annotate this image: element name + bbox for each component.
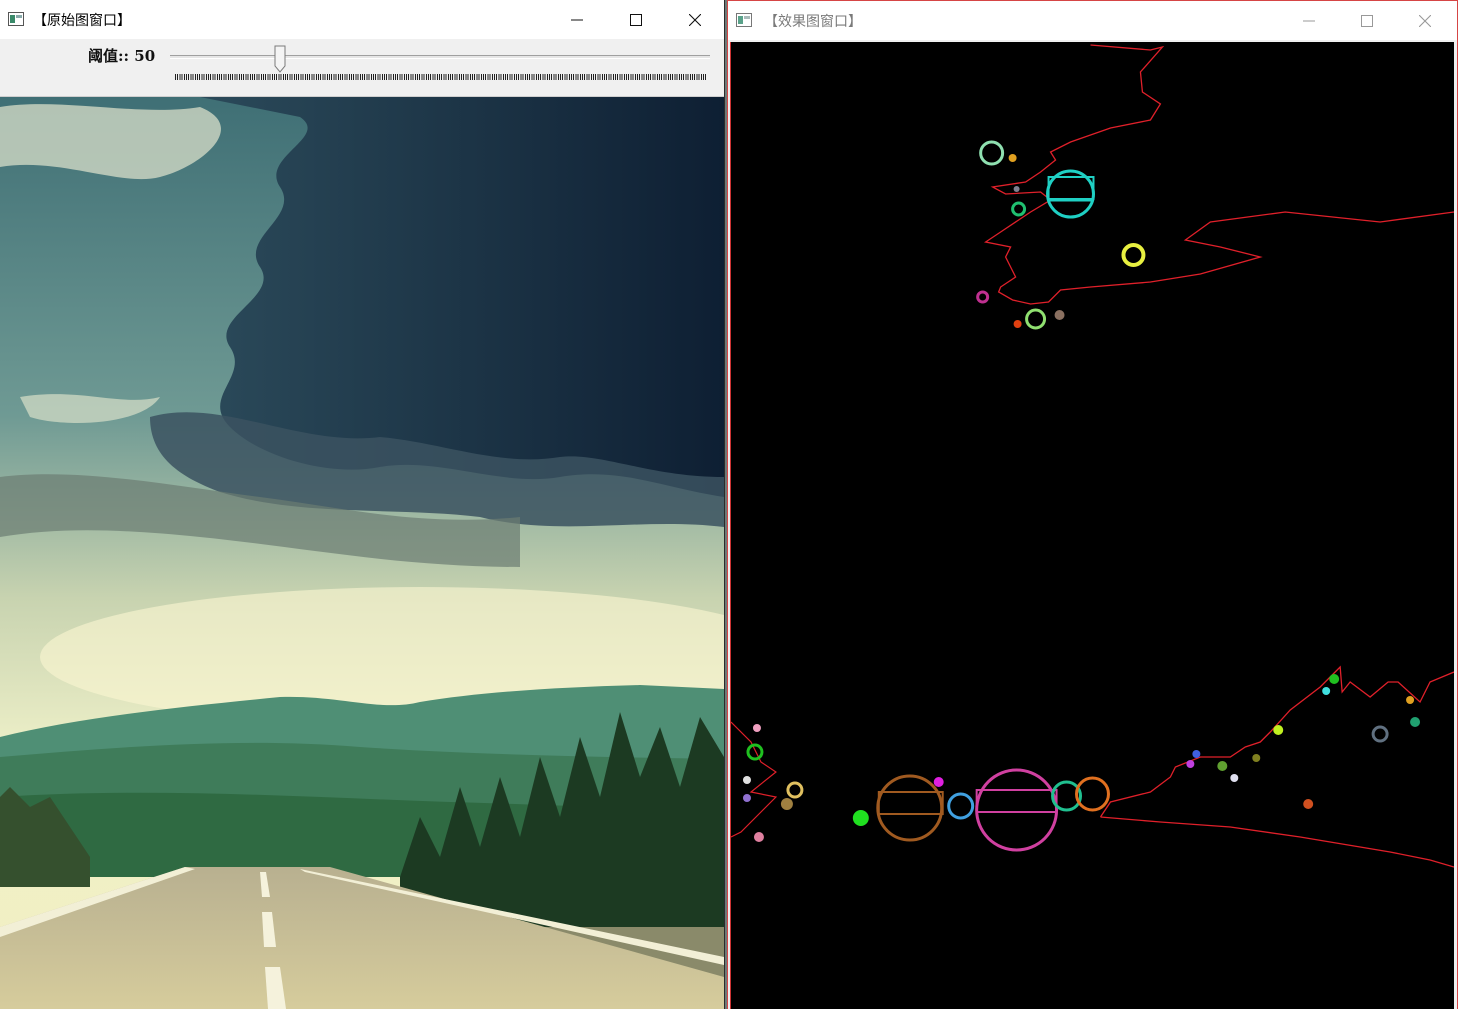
minimize-button[interactable] [548,0,606,39]
contour-result-canvas [730,42,1454,1009]
threshold-label: 阈值:: 50 [88,47,156,65]
minimize-icon [571,19,583,20]
result-window-titlebar[interactable]: 【效果图窗口】 [728,1,1457,40]
close-icon [689,13,701,26]
app-icon [8,12,24,26]
result-window: 【效果图窗口】 [727,0,1458,1009]
minimize-icon [1303,20,1315,21]
close-button[interactable] [1396,1,1454,40]
close-button[interactable] [666,0,724,39]
threshold-slider-track[interactable] [170,55,710,59]
source-image [0,97,724,1009]
threshold-slider-ticks [175,74,707,80]
minimize-button[interactable] [1280,1,1338,40]
result-window-title: 【效果图窗口】 [764,14,862,30]
source-window: 【原始图窗口】 阈值:: 50 [0,0,725,1009]
app-icon [736,13,752,27]
close-icon [1419,14,1431,27]
maximize-icon [1361,14,1373,27]
maximize-button[interactable] [607,0,665,39]
threshold-slider-thumb[interactable] [274,45,286,73]
maximize-icon [630,13,642,26]
maximize-button[interactable] [1338,1,1396,40]
source-window-titlebar[interactable]: 【原始图窗口】 [0,0,724,39]
threshold-trackbar-panel: 阈值:: 50 [0,39,724,97]
source-window-title: 【原始图窗口】 [33,13,131,29]
